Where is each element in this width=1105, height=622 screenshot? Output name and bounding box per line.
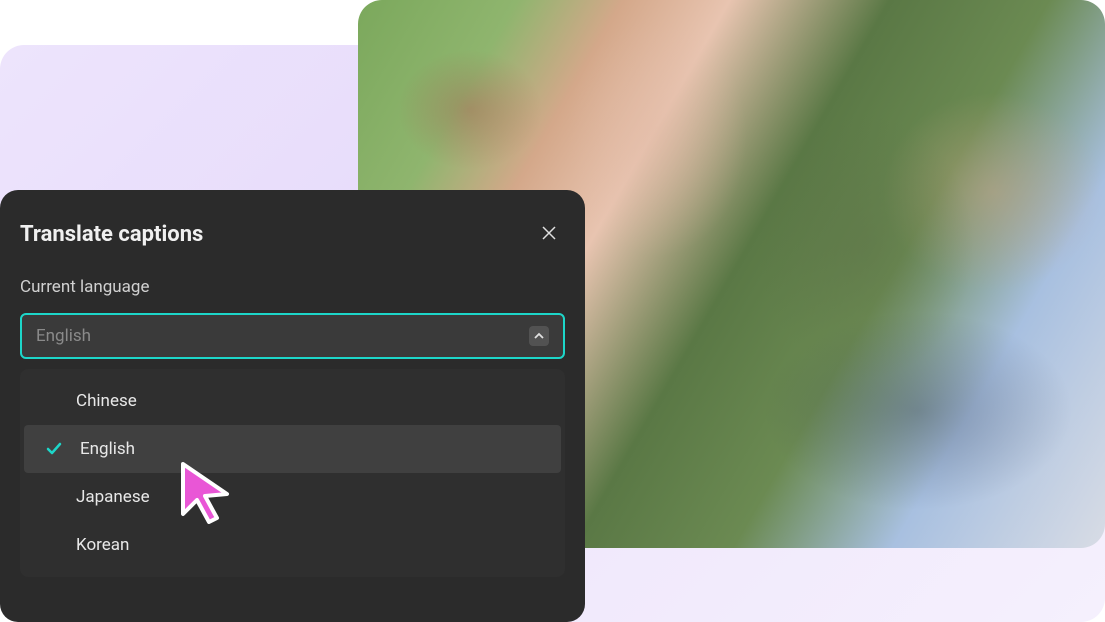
translate-captions-panel: Translate captions Current language Engl… (0, 190, 585, 622)
close-button[interactable] (537, 223, 561, 247)
chevron-up-icon (529, 326, 549, 346)
option-label: English (80, 439, 135, 459)
option-japanese[interactable]: Japanese (20, 473, 565, 521)
panel-title: Translate captions (20, 222, 203, 247)
check-icon (44, 441, 64, 457)
current-language-label: Current language (20, 277, 565, 297)
close-icon (541, 225, 557, 245)
option-english[interactable]: English (24, 425, 561, 473)
panel-header: Translate captions (20, 222, 565, 247)
option-label: Korean (76, 535, 129, 555)
option-label: Chinese (76, 391, 137, 411)
option-korean[interactable]: Korean (20, 521, 565, 569)
language-dropdown: Chinese English Japanese Korean (20, 369, 565, 577)
language-select[interactable]: English (20, 313, 565, 359)
select-value: English (36, 326, 91, 346)
option-label: Japanese (76, 487, 150, 507)
option-chinese[interactable]: Chinese (20, 377, 565, 425)
